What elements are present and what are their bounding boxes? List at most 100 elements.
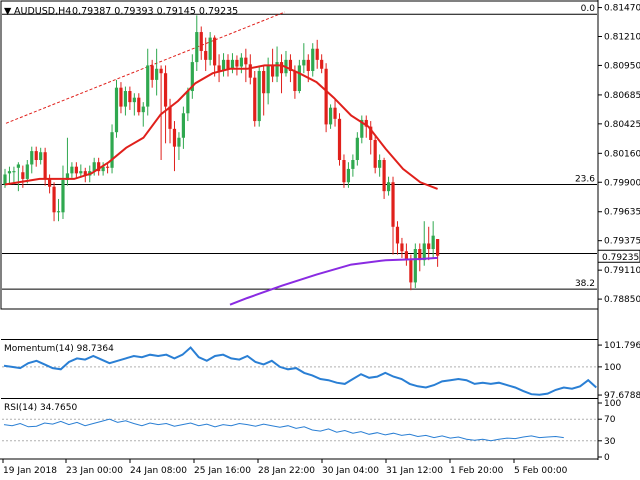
bear-candle bbox=[235, 59, 239, 67]
bull-candle bbox=[181, 113, 185, 138]
bull-candle bbox=[230, 59, 235, 69]
bear-candle bbox=[150, 65, 154, 80]
bear-candle bbox=[315, 48, 319, 60]
bull-candle bbox=[61, 180, 65, 213]
bull-candle bbox=[257, 70, 261, 122]
bull-candle bbox=[378, 160, 382, 168]
bull-candle bbox=[79, 171, 83, 174]
bull-candle bbox=[16, 164, 20, 168]
bull-candle bbox=[355, 137, 359, 161]
trendline-segment bbox=[5, 11, 286, 124]
price-tick-label: 0.80685 bbox=[604, 91, 640, 101]
rsi-tick-label: 30 bbox=[604, 437, 616, 447]
bull-candle bbox=[239, 57, 243, 67]
bear-candle bbox=[213, 37, 217, 66]
bear-candle bbox=[271, 65, 275, 77]
bear-candle bbox=[217, 65, 221, 71]
bear-candle bbox=[137, 97, 141, 113]
bear-candle bbox=[306, 59, 310, 71]
bear-candle bbox=[391, 182, 395, 227]
price-tick-label: 0.80160 bbox=[604, 149, 640, 159]
bear-candle bbox=[74, 166, 78, 174]
price-tick-label: 0.81210 bbox=[604, 32, 640, 42]
price-panel-frame bbox=[0, 0, 599, 310]
bear-candle bbox=[262, 70, 266, 94]
bear-candle bbox=[52, 186, 56, 213]
bull-candle bbox=[12, 171, 16, 173]
bull-candle bbox=[351, 160, 355, 169]
bull-candle bbox=[297, 65, 301, 92]
sma-line bbox=[4, 64, 438, 190]
rsi-tick-label: 100 bbox=[604, 399, 621, 409]
bear-candle bbox=[119, 87, 123, 107]
fibonacci-levels: 0.0 23.6 38.2 bbox=[2, 4, 597, 290]
header-triangle[interactable]: ▼ bbox=[4, 6, 12, 17]
momentum-tick-label: 100 bbox=[604, 363, 621, 373]
bear-candle bbox=[436, 239, 440, 256]
rsi-line bbox=[3, 418, 564, 442]
price-tick-label: 0.79110 bbox=[604, 266, 640, 276]
time-tick-label: 25 Jan 16:00 bbox=[194, 466, 251, 476]
bear-candle bbox=[204, 50, 208, 60]
bear-candle bbox=[427, 243, 431, 250]
bull-candle bbox=[7, 171, 12, 174]
bear-candle bbox=[293, 70, 297, 92]
bear-candle bbox=[21, 172, 25, 179]
bull-candle bbox=[39, 152, 43, 161]
bull-candle bbox=[266, 65, 270, 94]
rsi-label: RSI(14) 34.7650 bbox=[4, 403, 77, 413]
bear-candle bbox=[342, 160, 346, 183]
bear-candle bbox=[400, 243, 404, 252]
bull-candle bbox=[3, 174, 7, 185]
bull-candle bbox=[114, 87, 119, 133]
bear-candle bbox=[395, 226, 400, 244]
fib-level-label: 38.2 bbox=[575, 279, 595, 289]
time-tick-label: 24 Jan 08:00 bbox=[130, 466, 187, 476]
price-tick-label: 0.79900 bbox=[604, 178, 640, 188]
bear-candle bbox=[128, 91, 132, 103]
bull-candle bbox=[56, 211, 61, 213]
bear-candle bbox=[43, 152, 47, 179]
bear-candle bbox=[382, 160, 386, 192]
bull-candle bbox=[70, 166, 74, 174]
momentum-label: Momentum(14) 98.7364 bbox=[4, 344, 114, 354]
rsi-tick-label: 0 bbox=[604, 453, 610, 463]
bear-candle bbox=[172, 128, 177, 147]
rsi-panel-top bbox=[1, 398, 598, 399]
bear-candle bbox=[279, 62, 284, 74]
bear-candle bbox=[337, 118, 342, 161]
bull-candle bbox=[30, 151, 34, 165]
momentum-panel-top bbox=[1, 339, 598, 340]
time-tick-label: 30 Jan 04:00 bbox=[322, 466, 379, 476]
bull-candle bbox=[275, 62, 279, 77]
price-tick-label: 0.78850 bbox=[604, 295, 640, 305]
time-tick-label: 5 Feb 00:00 bbox=[514, 466, 568, 476]
fib-level-label: 23.6 bbox=[575, 174, 595, 184]
rsi-panel: 100 70 30 0 bbox=[2, 399, 621, 463]
bear-candle bbox=[320, 59, 324, 69]
bull-candle bbox=[328, 107, 333, 125]
current-price-box: 0.79235 bbox=[597, 249, 640, 263]
trading-chart: ▼ AUDUSD,H4 0.79387 0.79393 0.79145 0.79… bbox=[0, 0, 640, 476]
bull-candle bbox=[346, 168, 351, 183]
price-tick-label: 0.81470 bbox=[604, 4, 640, 14]
bear-candle bbox=[199, 32, 203, 51]
bull-candle bbox=[146, 65, 150, 107]
bull-candle bbox=[208, 37, 212, 60]
bull-candle bbox=[155, 68, 159, 80]
bear-candle bbox=[373, 139, 377, 168]
bull-candle bbox=[186, 91, 190, 114]
bear-candle bbox=[159, 68, 163, 74]
price-tick-label: 0.79375 bbox=[604, 237, 640, 247]
time-tick-label: 19 Jan 2018 bbox=[3, 466, 57, 476]
bull-candle bbox=[386, 182, 391, 192]
bear-candle bbox=[105, 166, 110, 168]
price-tick-label: 0.79635 bbox=[604, 208, 640, 218]
bear-candle bbox=[34, 151, 38, 161]
bear-candle bbox=[168, 106, 172, 129]
bear-candle bbox=[226, 59, 230, 69]
bull-candle bbox=[132, 97, 136, 103]
bear-candle bbox=[409, 260, 413, 283]
bull-candle bbox=[177, 137, 181, 147]
bear-candle bbox=[333, 107, 337, 119]
